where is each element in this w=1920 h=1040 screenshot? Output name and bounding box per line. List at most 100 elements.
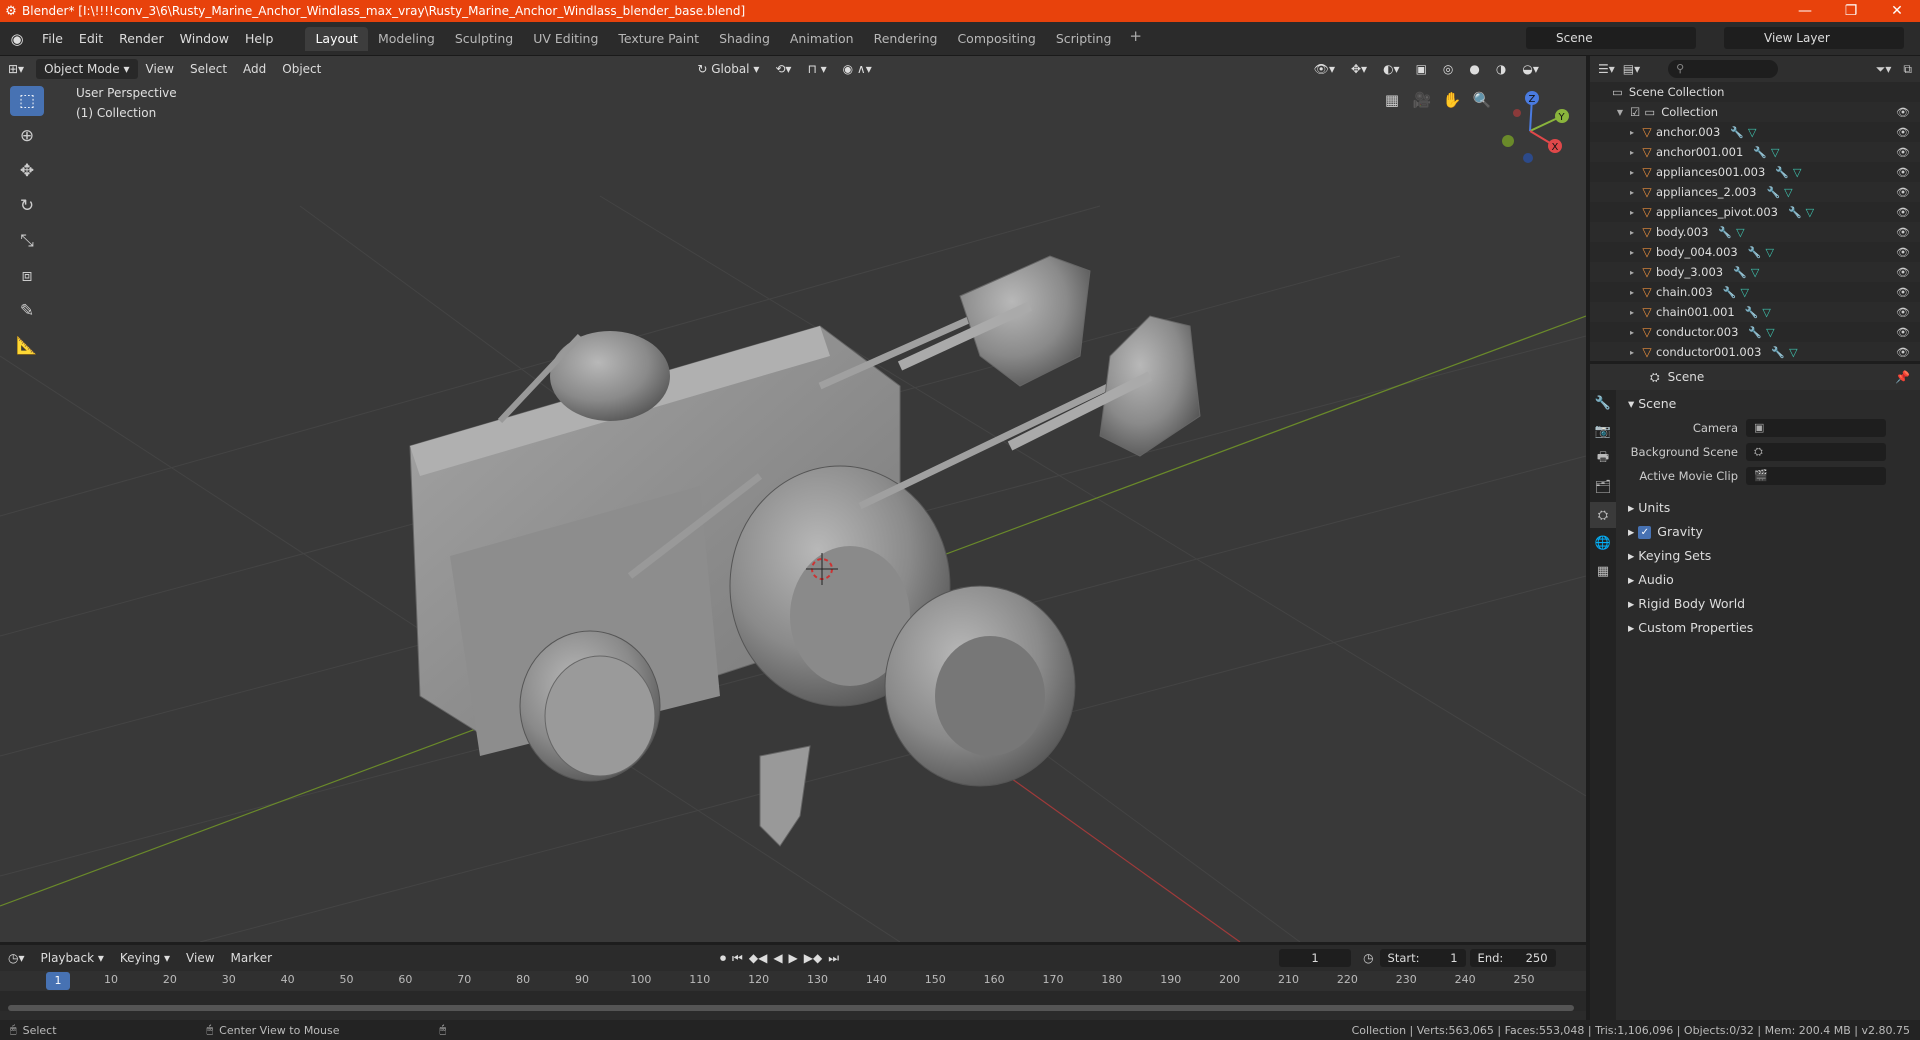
- menu-timeline-view[interactable]: View: [178, 948, 222, 968]
- tab-rendering[interactable]: Rendering: [864, 27, 948, 51]
- move-tool-icon[interactable]: ✥: [10, 156, 44, 186]
- blender-menu-icon[interactable]: ◉: [0, 30, 34, 48]
- modifier-wrench-icon[interactable]: 🔧: [1723, 286, 1737, 299]
- expand-triangle-icon[interactable]: ▸: [1626, 128, 1638, 137]
- filter-icon[interactable]: ⏷▾: [1876, 62, 1892, 77]
- overlay-toggle-icon[interactable]: ◐▾: [1375, 59, 1408, 79]
- playhead-current-frame[interactable]: 1: [46, 972, 70, 990]
- expand-triangle-icon[interactable]: ▸: [1626, 208, 1638, 217]
- menu-render[interactable]: Render: [111, 27, 172, 51]
- close-button[interactable]: ✕: [1874, 3, 1920, 19]
- expand-triangle-icon[interactable]: ▸: [1626, 328, 1638, 337]
- tab-sculpting[interactable]: Sculpting: [445, 27, 523, 51]
- outliner-object-row[interactable]: ▸ ▽ chain001.001 🔧 ▽ 👁: [1590, 302, 1920, 322]
- active-movie-clip-field[interactable]: 🎬: [1746, 467, 1886, 485]
- menu-select[interactable]: Select: [182, 59, 235, 79]
- eye-icon[interactable]: 👁: [1896, 326, 1910, 339]
- modifier-wrench-icon[interactable]: 🔧: [1788, 206, 1802, 219]
- scene-collection-row[interactable]: ▭ Scene Collection: [1590, 82, 1920, 102]
- scene-tab-icon[interactable]: ⛭: [1590, 502, 1616, 528]
- pan-hand-icon[interactable]: ✋: [1440, 88, 1464, 112]
- tab-compositing[interactable]: Compositing: [947, 27, 1045, 51]
- mesh-data-icon[interactable]: ▽: [1771, 146, 1779, 159]
- collection-row[interactable]: ▼ ☑ ▭ Collection 👁: [1590, 102, 1920, 122]
- tab-layout[interactable]: Layout: [305, 26, 368, 51]
- modifier-wrench-icon[interactable]: 🔧: [1745, 306, 1759, 319]
- proportional-edit-icon[interactable]: ◉ ∧▾: [835, 59, 880, 79]
- navigation-gizmo[interactable]: Y Z X: [1490, 86, 1570, 166]
- gizmo-toggle-icon[interactable]: ✥▾: [1343, 59, 1375, 79]
- shading-rendered-icon[interactable]: ◒▾: [1514, 59, 1547, 79]
- menu-view[interactable]: View: [138, 59, 182, 79]
- mesh-data-icon[interactable]: ▽: [1789, 346, 1797, 359]
- eye-icon[interactable]: 👁: [1896, 146, 1910, 159]
- outliner-editor-icon[interactable]: ☰▾: [1598, 62, 1615, 76]
- measure-tool-icon[interactable]: 📐: [10, 331, 44, 361]
- menu-edit[interactable]: Edit: [71, 27, 111, 51]
- minimize-button[interactable]: —: [1782, 3, 1828, 19]
- eye-icon[interactable]: 👁: [1896, 286, 1910, 299]
- next-keyframe-icon[interactable]: ▶◆: [804, 951, 822, 966]
- tab-shading[interactable]: Shading: [709, 27, 780, 51]
- eye-icon[interactable]: 👁: [1896, 166, 1910, 179]
- expand-triangle-icon[interactable]: ▸: [1626, 288, 1638, 297]
- tool-tab-icon[interactable]: 🔧: [1590, 390, 1616, 416]
- tab-animation[interactable]: Animation: [780, 27, 864, 51]
- windlass-model[interactable]: [409, 255, 1201, 847]
- start-frame-field[interactable]: Start: 1: [1379, 949, 1466, 967]
- world-tab-icon[interactable]: 🌐: [1590, 530, 1616, 556]
- timeline-editor-icon[interactable]: ◷▾: [0, 948, 33, 968]
- outliner-search-input[interactable]: ⚲: [1668, 60, 1779, 78]
- tab-scripting[interactable]: Scripting: [1046, 27, 1122, 51]
- expand-triangle-icon[interactable]: ▸: [1626, 148, 1638, 157]
- render-tab-icon[interactable]: 📷: [1590, 418, 1616, 444]
- mode-dropdown[interactable]: Object Mode ▾: [36, 59, 138, 79]
- jump-start-icon[interactable]: ⏮: [732, 951, 743, 966]
- outliner-object-row[interactable]: ▸ ▽ body_004.003 🔧 ▽ 👁: [1590, 242, 1920, 262]
- outliner-object-row[interactable]: ▸ ▽ body_3.003 🔧 ▽ 👁: [1590, 262, 1920, 282]
- outliner-object-row[interactable]: ▸ ▽ appliances_pivot.003 🔧 ▽ 👁: [1590, 202, 1920, 222]
- maximize-button[interactable]: ❐: [1828, 3, 1874, 19]
- transform-tool-icon[interactable]: ⧈: [10, 261, 44, 291]
- units-panel[interactable]: ▸ Units: [1620, 496, 1916, 520]
- tab-modeling[interactable]: Modeling: [368, 27, 445, 51]
- rigid-body-world-panel[interactable]: ▸ Rigid Body World: [1620, 592, 1916, 616]
- transform-orientation-dropdown[interactable]: ↻ Global ▾: [689, 59, 767, 79]
- xray-icon[interactable]: ▣: [1408, 59, 1435, 79]
- modifier-wrench-icon[interactable]: 🔧: [1730, 126, 1744, 139]
- eye-icon[interactable]: 👁: [1896, 186, 1910, 199]
- outliner-object-row[interactable]: ▸ ▽ body.003 🔧 ▽ 👁: [1590, 222, 1920, 242]
- outliner-object-row[interactable]: ▸ ▽ anchor.003 🔧 ▽ 👁: [1590, 122, 1920, 142]
- eye-icon[interactable]: 👁: [1896, 306, 1910, 319]
- outliner-object-row[interactable]: ▸ ▽ chain.003 🔧 ▽ 👁: [1590, 282, 1920, 302]
- preview-range-icon[interactable]: ◷: [1363, 951, 1373, 965]
- snap-icon[interactable]: ⊓ ▾: [799, 59, 834, 79]
- mesh-data-icon[interactable]: ▽: [1762, 306, 1770, 319]
- modifier-wrench-icon[interactable]: 🔧: [1775, 166, 1789, 179]
- menu-help[interactable]: Help: [237, 27, 282, 51]
- 3d-viewport[interactable]: ⊞▾ Object Mode ▾ View Select Add Object …: [0, 56, 1586, 942]
- scene-selector[interactable]: Scene: [1526, 27, 1696, 49]
- camera-view-icon[interactable]: 🎥: [1410, 88, 1434, 112]
- display-mode-icon[interactable]: ▤▾: [1623, 62, 1640, 76]
- modifier-wrench-icon[interactable]: 🔧: [1748, 326, 1762, 339]
- custom-properties-panel[interactable]: ▸ Custom Properties: [1620, 616, 1916, 640]
- gravity-checkbox[interactable]: ✓: [1638, 525, 1652, 539]
- menu-file[interactable]: File: [34, 27, 71, 51]
- cursor-tool-icon[interactable]: ⊕: [10, 121, 44, 151]
- eye-icon[interactable]: 👁: [1896, 266, 1910, 279]
- eye-icon[interactable]: 👁: [1896, 346, 1910, 359]
- menu-object[interactable]: Object: [274, 59, 329, 79]
- mesh-data-icon[interactable]: ▽: [1806, 206, 1814, 219]
- view-layer-selector[interactable]: View Layer: [1724, 27, 1904, 49]
- mesh-data-icon[interactable]: ▽: [1736, 226, 1744, 239]
- collapse-triangle-icon[interactable]: ▼: [1614, 108, 1626, 117]
- keying-sets-panel[interactable]: ▸ Keying Sets: [1620, 544, 1916, 568]
- eye-icon[interactable]: 👁: [1896, 106, 1910, 119]
- annotate-tool-icon[interactable]: ✎: [10, 296, 44, 326]
- outliner-object-row[interactable]: ▸ ▽ conductor.003 🔧 ▽ 👁: [1590, 322, 1920, 342]
- shading-material-icon[interactable]: ◑: [1488, 59, 1514, 79]
- new-collection-icon[interactable]: ⧉: [1903, 62, 1912, 77]
- outliner-object-row[interactable]: ▸ ▽ appliances_2.003 🔧 ▽ 👁: [1590, 182, 1920, 202]
- menu-window[interactable]: Window: [172, 27, 237, 51]
